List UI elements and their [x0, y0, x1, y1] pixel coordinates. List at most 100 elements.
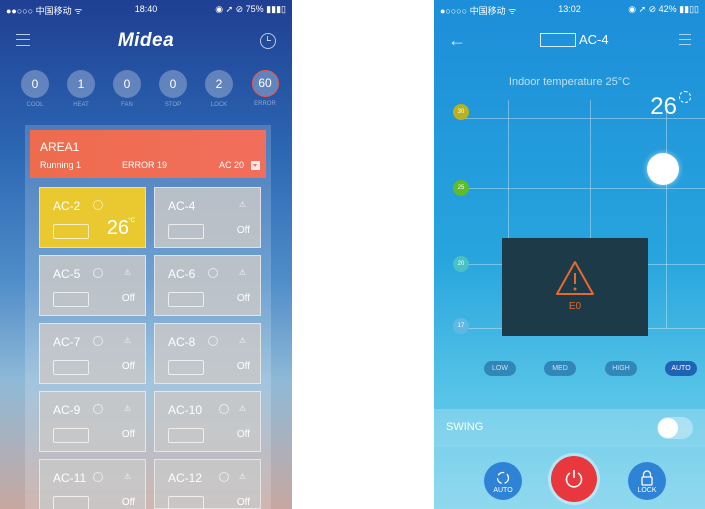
counter-lock[interactable]: 2 LOCK [204, 70, 234, 108]
counter-label: HEAT [73, 102, 89, 108]
ac-unit-icon [53, 360, 89, 375]
counter-error[interactable]: 60 ERROR [250, 70, 280, 107]
ac-tile-status: Off [236, 361, 250, 372]
counter-stop[interactable]: 0 STOP [158, 70, 188, 108]
ac-tile[interactable]: AC-4 ⚠ Off [154, 187, 261, 248]
counter-value: 1 [67, 70, 95, 98]
ac-tile[interactable]: AC-6 ⚠ Off [154, 255, 261, 316]
ac-tile-name: AC-5 [53, 267, 81, 281]
ac-tile[interactable]: AC-8 ⚠ Off [154, 323, 261, 384]
ac-tile[interactable]: AC-11 ⚠ Off [39, 459, 146, 509]
ac-tile-name: AC-9 [53, 403, 81, 417]
fan-mode-icon [93, 404, 103, 414]
ac-tile-status: Off [121, 429, 135, 440]
status-bar: ●●○○○ 中国移动 ᯤ 18:40 ◉ ➚ ⊘ 75% ▮▮▮▯ [0, 0, 292, 18]
ac-tile[interactable]: AC-12 ⚠ Off [154, 459, 261, 509]
chevron-down-icon[interactable] [251, 161, 260, 170]
fan-speed-high[interactable]: HIGH [605, 361, 637, 376]
ac-tile-status: Off [121, 361, 135, 372]
ac-tile-name: AC-2 [53, 199, 81, 213]
area-overview-screen: ●●○○○ 中国移动 ᯤ 18:40 ◉ ➚ ⊘ 75% ▮▮▮▯ Midea … [0, 0, 292, 509]
ac-unit-icon [168, 360, 204, 375]
ac-tile[interactable]: AC-9 ⚠ Off [39, 391, 146, 452]
top-nav: Midea [0, 20, 292, 60]
counter-value: 60 [251, 70, 279, 97]
ac-tile-name: AC-10 [168, 403, 203, 417]
timer-icon[interactable] [260, 33, 276, 49]
fan-mode-icon [93, 268, 103, 278]
counter-value: 0 [159, 70, 187, 98]
fan-mode-icon [208, 268, 218, 278]
fan-mode-icon [93, 200, 103, 210]
battery-indicator: ◉ ➚ ⊘ 75% ▮▮▮▯ [215, 4, 286, 14]
fan-mode-icon [208, 336, 218, 346]
ac-unit-icon [168, 496, 204, 509]
mode-button[interactable]: AUTO [484, 462, 522, 500]
power-button[interactable] [551, 456, 597, 502]
warning-icon: ⚠ [123, 268, 131, 277]
ac-tile-name: AC-12 [168, 471, 203, 485]
ac-tile[interactable]: AC-2 26 °C [39, 187, 146, 248]
ac-tile-temp: 26 [106, 217, 129, 239]
temp-scale-30[interactable]: 30 [453, 104, 469, 120]
warning-icon: ⚠ [238, 200, 246, 209]
grid-line [666, 100, 667, 328]
counter-value: 0 [21, 70, 49, 98]
area-running-count: Running 1 [40, 160, 82, 170]
ac-unit-icon [53, 496, 89, 509]
fan-speed-auto[interactable]: AUTO [665, 361, 697, 376]
power-icon [565, 470, 583, 488]
ac-unit-icon [168, 428, 204, 443]
temp-scale-25[interactable]: 25 [453, 180, 469, 196]
area-panel: AREA1 Running 1 ERROR 19 AC 20 AC-2 26 °… [25, 125, 271, 509]
ac-tile-name: AC-7 [53, 335, 81, 349]
menu-icon[interactable] [679, 34, 691, 45]
refresh-icon [496, 471, 510, 485]
error-code: E0 [568, 301, 582, 312]
counter-label: STOP [164, 102, 182, 108]
temperature-knob[interactable] [647, 153, 679, 185]
mode-label: AUTO [493, 487, 513, 494]
fan-speed-low[interactable]: LOW [484, 361, 516, 376]
counter-label: FAN [121, 102, 133, 108]
ac-tile[interactable]: AC-10 ⚠ Off [154, 391, 261, 452]
fan-speed-med[interactable]: MED [544, 361, 576, 376]
lock-icon [641, 470, 653, 486]
ac-tile-name: AC-4 [168, 199, 196, 213]
back-arrow-icon[interactable]: ← [448, 30, 466, 51]
bottom-controls: AUTO LOCK [434, 447, 705, 509]
area-header[interactable]: AREA1 Running 1 ERROR 19 AC 20 [30, 130, 266, 178]
area-error-count: ERROR 19 [122, 160, 168, 170]
grid-line [462, 118, 705, 119]
swing-toggle[interactable] [657, 417, 693, 439]
ac-tile-status: Off [121, 293, 135, 304]
counter-heat[interactable]: 1 HEAT [66, 70, 96, 108]
ac-unit-icon [53, 428, 89, 443]
fan-mode-icon [219, 472, 229, 482]
warning-icon: ⚠ [238, 472, 246, 481]
warning-icon: ⚠ [123, 472, 131, 481]
ac-tile-status: Off [236, 429, 250, 440]
temp-scale-20[interactable]: 20 [453, 256, 469, 272]
warning-icon [556, 261, 594, 295]
ac-tile[interactable]: AC-5 ⚠ Off [39, 255, 146, 316]
temp-scale-17[interactable]: 17 [453, 318, 469, 334]
battery-indicator: ◉ ➚ ⊘ 42% ▮▮▯▯ [628, 4, 699, 14]
counter-value: 0 [113, 70, 141, 98]
ac-tile[interactable]: AC-7 ⚠ Off [39, 323, 146, 384]
ac-tile-name: AC-6 [168, 267, 196, 281]
ac-unit-icon [53, 292, 89, 307]
swing-label: SWING [446, 421, 484, 433]
counter-cool[interactable]: 0 COOL [20, 70, 50, 108]
indoor-temperature: Indoor temperature 25°C [508, 76, 631, 88]
fan-mode-icon [219, 404, 229, 414]
fan-mode-icon [93, 472, 103, 482]
counter-label: COOL [26, 102, 44, 108]
counter-fan[interactable]: 0 FAN [112, 70, 142, 108]
lock-label: LOCK [637, 487, 657, 494]
ac-unit-icon [540, 33, 576, 47]
top-nav: ← AC-4 [434, 20, 705, 60]
lock-button[interactable]: LOCK [628, 462, 666, 500]
ac-unit-icon [168, 292, 204, 307]
warning-icon: ⚠ [238, 404, 246, 413]
